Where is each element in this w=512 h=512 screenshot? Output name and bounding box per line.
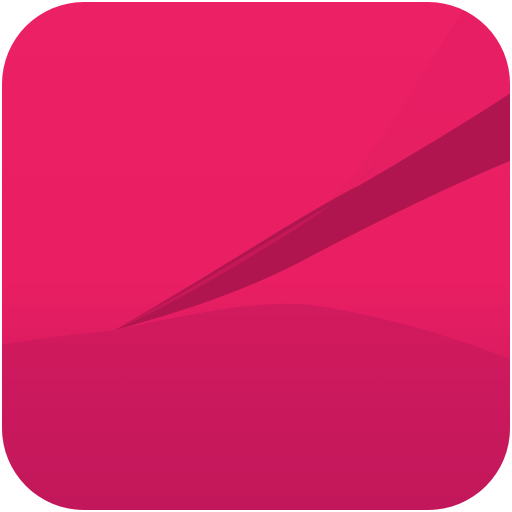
icon-tile [2,2,510,510]
lower-panel [2,303,510,510]
icon-stage [0,0,512,512]
wallpaper-app-icon[interactable] [0,0,512,512]
